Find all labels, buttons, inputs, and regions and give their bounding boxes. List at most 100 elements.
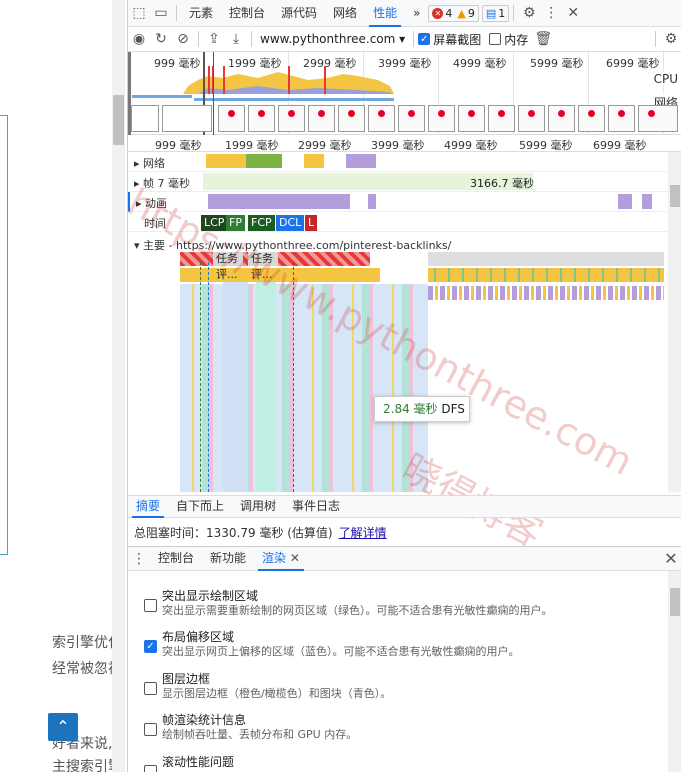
total-blocking-time: 总阻塞时间：1330.79 毫秒 (估算值) 了解详情	[134, 524, 387, 541]
tab-performance[interactable]: 性能	[365, 0, 405, 27]
drawer-scroll-thumb[interactable]	[670, 588, 680, 616]
inspect-element-icon[interactable]: ⬚	[128, 5, 150, 21]
messages-badge[interactable]: ▤ 1	[481, 4, 510, 22]
recording-select[interactable]: www.pythonthree.com ▾	[260, 32, 405, 46]
screenshot-thumbnail[interactable]	[518, 105, 545, 132]
tab-event-log[interactable]: 事件日志	[284, 495, 348, 518]
gear-icon[interactable]: ⚙	[518, 5, 540, 21]
devtools-tabbar: ⬚ ▭ 元素 控制台 源代码 网络 性能 » ✕ 4 ▲ 9 ▤ 1 ⚙ ⋮ ✕	[128, 0, 681, 27]
tab-console[interactable]: 控制台	[221, 0, 273, 27]
track-main-title[interactable]: ▾ 主要 - https://www.pythonthree.com/pinte…	[134, 237, 451, 253]
screenshot-thumbnail[interactable]	[578, 105, 605, 132]
tab-sources[interactable]: 源代码	[273, 0, 325, 27]
cpu-activity-chart	[183, 66, 394, 94]
memory-label: 内存	[504, 32, 529, 47]
chevron-right-icon: ▸	[134, 177, 140, 190]
screenshot-thumbnail[interactable]	[308, 105, 335, 132]
close-drawer-icon[interactable]: ✕	[660, 549, 681, 568]
page-card-border	[0, 115, 8, 555]
screenshot-thumbnail[interactable]	[368, 105, 395, 132]
tooltip-name: DFS	[441, 402, 465, 416]
track-network-title[interactable]: ▸ 网络	[134, 155, 165, 171]
performance-toolbar: ◉ ↻ ⊘ ⇪ ⤓ www.pythonthree.com ▾ ✓ 屏幕截图 内…	[128, 27, 681, 52]
screenshot-thumbnail[interactable]	[458, 105, 485, 132]
paint-flashing-checkbox[interactable]	[144, 599, 157, 612]
cpu-label: CPU	[653, 72, 678, 86]
layer-borders-checkbox[interactable]	[144, 682, 157, 695]
tab-network[interactable]: 网络	[325, 0, 365, 27]
rendering-panel: 突出显示绘制区域 突出显示需要重新绘制的网页区域（绿色）。可能不适合患有光敏性癫…	[128, 571, 668, 772]
drawer-tab-rendering[interactable]: 渲染 ✕	[254, 546, 308, 571]
track-main[interactable]: ▾ 主要 - https://www.pythonthree.com/pinte…	[128, 234, 668, 254]
blocking-time-text: 总阻塞时间：1330.79 毫秒 (估算值)	[134, 526, 333, 540]
more-tabs-button[interactable]: »	[405, 0, 428, 27]
screenshot-thumbnail[interactable]	[248, 105, 275, 132]
tab-call-tree[interactable]: 调用树	[232, 495, 284, 518]
recording-url: www.pythonthree.com	[260, 32, 396, 46]
selection-window-end[interactable]	[213, 52, 214, 135]
flame-tooltip: 2.84 毫秒 DFS	[374, 396, 470, 422]
chevron-up-icon: ⌃	[56, 717, 70, 736]
tab-elements[interactable]: 元素	[181, 0, 221, 27]
bottom-tabs: 摘要 自下而上 调用树 事件日志	[128, 495, 681, 518]
screenshot-thumbnail[interactable]	[428, 105, 455, 132]
error-count: 4	[445, 6, 453, 20]
screenshot-thumbnail[interactable]	[608, 105, 635, 132]
screenshot-thumbnail[interactable]	[338, 105, 365, 132]
ruler-tick-label: 2999 毫秒	[298, 139, 352, 152]
timing-marker-dcl[interactable]: DCL	[276, 215, 305, 231]
message-icon: ▤	[485, 6, 497, 20]
chevron-right-icon: ▸	[134, 157, 140, 170]
trash-icon[interactable]: 🗑	[532, 31, 554, 47]
track-frames[interactable]: ▸ 帧 7 毫秒 3166.7 毫秒	[128, 172, 668, 192]
track-animation-title[interactable]: ▸ 动画	[136, 195, 167, 211]
tooltip-time: 2.84 毫秒	[383, 402, 438, 416]
screenshot-thumbnail[interactable]	[162, 105, 212, 132]
layout-shift-checkbox[interactable]: ✓	[144, 640, 157, 653]
drawer-tab-whats-new[interactable]: 新功能	[202, 546, 254, 571]
timeline-overview[interactable]: 999 毫秒 1999 毫秒 2999 毫秒 3999 毫秒 4999 毫秒 5…	[128, 52, 681, 135]
tab-summary[interactable]: 摘要	[128, 495, 168, 518]
record-icon[interactable]: ◉	[128, 31, 150, 47]
drawer-tab-console[interactable]: 控制台	[150, 546, 202, 571]
issues-badge[interactable]: ✕ 4 ▲ 9	[428, 4, 479, 22]
tab-bottom-up[interactable]: 自下而上	[168, 495, 232, 518]
ruler-tick-label: 5999 毫秒	[519, 139, 573, 152]
kebab-menu-icon[interactable]: ⋮	[540, 5, 562, 21]
screenshot-thumbnail[interactable]	[218, 105, 245, 132]
screenshot-thumbnail[interactable]	[488, 105, 515, 132]
divider	[251, 31, 252, 47]
back-to-top-button[interactable]: ⌃	[48, 713, 78, 741]
clear-icon[interactable]: ⊘	[172, 31, 194, 47]
scroll-issues-checkbox[interactable]	[144, 765, 157, 772]
upload-icon[interactable]: ⇪	[203, 31, 225, 47]
screenshot-thumbnail[interactable]	[131, 105, 159, 132]
reload-record-icon[interactable]: ↻	[150, 31, 172, 47]
memory-checkbox[interactable]	[489, 33, 502, 45]
learn-more-link[interactable]: 了解详情	[339, 526, 387, 540]
track-timings-title: 时间	[144, 217, 166, 230]
frame-stats-checkbox[interactable]	[144, 723, 157, 736]
track-frames-title[interactable]: ▸ 帧 7 毫秒	[134, 175, 190, 191]
chevron-down-icon: ▾	[399, 32, 406, 46]
warning-count: 9	[467, 6, 475, 20]
download-icon[interactable]: ⤓	[225, 31, 247, 47]
screenshot-thumbnail[interactable]	[278, 105, 305, 132]
timing-marker-load[interactable]: L	[305, 215, 318, 231]
track-network[interactable]: ▸ 网络	[128, 152, 668, 172]
close-icon[interactable]: ✕	[562, 5, 584, 21]
track-animation[interactable]: ▸ 动画	[128, 192, 668, 212]
ruler-tick-label: 6999 毫秒	[593, 139, 647, 152]
tracks-scroll-thumb[interactable]	[670, 185, 680, 207]
screenshot-thumbnail[interactable]	[398, 105, 425, 132]
screenshots-checkbox[interactable]: ✓	[418, 33, 431, 45]
screenshot-thumbnail[interactable]	[548, 105, 575, 132]
timing-marker-fcp[interactable]: FCP	[248, 215, 275, 231]
kebab-menu-icon[interactable]: ⋮	[128, 551, 150, 567]
divider	[513, 5, 515, 21]
device-toolbar-icon[interactable]: ▭	[150, 5, 172, 21]
close-icon[interactable]: ✕	[290, 551, 300, 565]
page-scroll-thumb[interactable]	[113, 95, 124, 145]
capture-settings-icon[interactable]: ⚙	[660, 31, 681, 47]
screenshot-thumbnail[interactable]	[638, 105, 678, 132]
